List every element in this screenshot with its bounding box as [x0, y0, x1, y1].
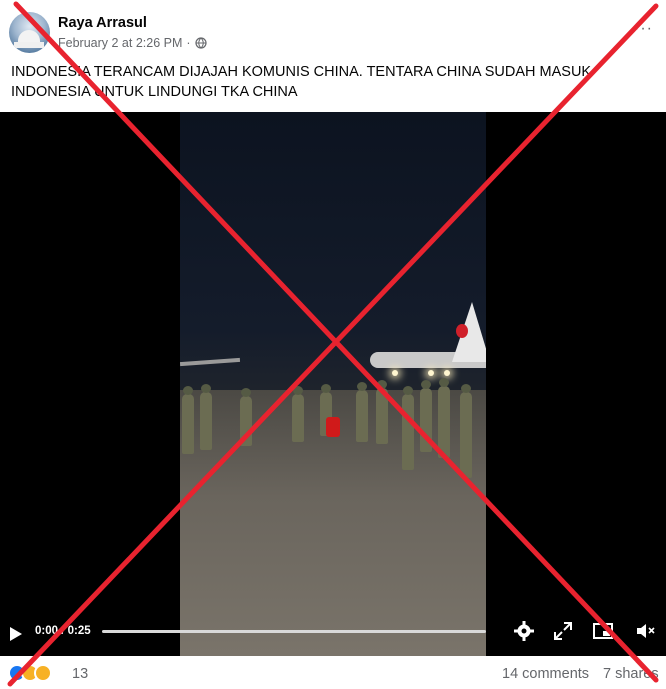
red-bag-shape	[326, 417, 340, 437]
post-meta: February 2 at 2:26 PM ·	[58, 36, 207, 50]
wow-reaction-icon	[34, 664, 52, 682]
comments-count[interactable]: 14 comments	[502, 666, 589, 682]
more-options-button[interactable]: ···	[634, 20, 653, 38]
soldier-figure	[438, 378, 450, 458]
author-name[interactable]: Raya Arrasul	[58, 15, 147, 31]
soldier-figure	[402, 386, 414, 470]
progress-track[interactable]	[102, 630, 486, 633]
shares-count[interactable]: 7 shares	[603, 666, 659, 682]
video-player[interactable]: 0:00 / 0:25	[0, 112, 666, 656]
video-controls: 0:00 / 0:25	[0, 620, 666, 656]
runway-light	[444, 370, 450, 376]
post-caption: INDONESIA TERANCAM DIJAJAH KOMUNIS CHINA…	[11, 64, 592, 100]
reaction-count[interactable]: 13	[72, 666, 88, 682]
mosque-base-shape	[14, 42, 44, 48]
post-header: Raya Arrasul February 2 at 2:26 PM · ···	[0, 0, 666, 58]
soldier-figure	[376, 380, 388, 444]
soldier-figure	[200, 384, 212, 450]
runway-light	[392, 370, 398, 376]
mute-icon[interactable]	[634, 620, 656, 642]
video-time: 0:00 / 0:25	[35, 625, 91, 637]
post-timestamp[interactable]: February 2 at 2:26 PM	[58, 36, 182, 50]
soldier-figure	[420, 380, 432, 452]
expand-icon[interactable]	[552, 620, 574, 642]
soldier-figure	[356, 382, 368, 442]
play-icon[interactable]	[10, 627, 22, 641]
soldier-figure	[460, 384, 472, 478]
reaction-icons[interactable]	[8, 664, 52, 682]
settings-icon[interactable]	[513, 620, 535, 642]
soldier-figure	[240, 388, 252, 446]
globe-icon	[194, 37, 207, 49]
plane-wing-shape	[180, 357, 241, 367]
soldier-figure	[292, 386, 304, 442]
video-frame	[180, 112, 486, 656]
soldier-figure	[182, 386, 194, 454]
picture-in-picture-icon[interactable]	[592, 620, 614, 642]
post-footer: 13 14 comments 7 shares	[0, 656, 666, 689]
plane-logo-shape	[456, 324, 468, 338]
runway-light	[428, 370, 434, 376]
meta-separator: ·	[186, 36, 191, 50]
avatar[interactable]	[9, 12, 50, 53]
